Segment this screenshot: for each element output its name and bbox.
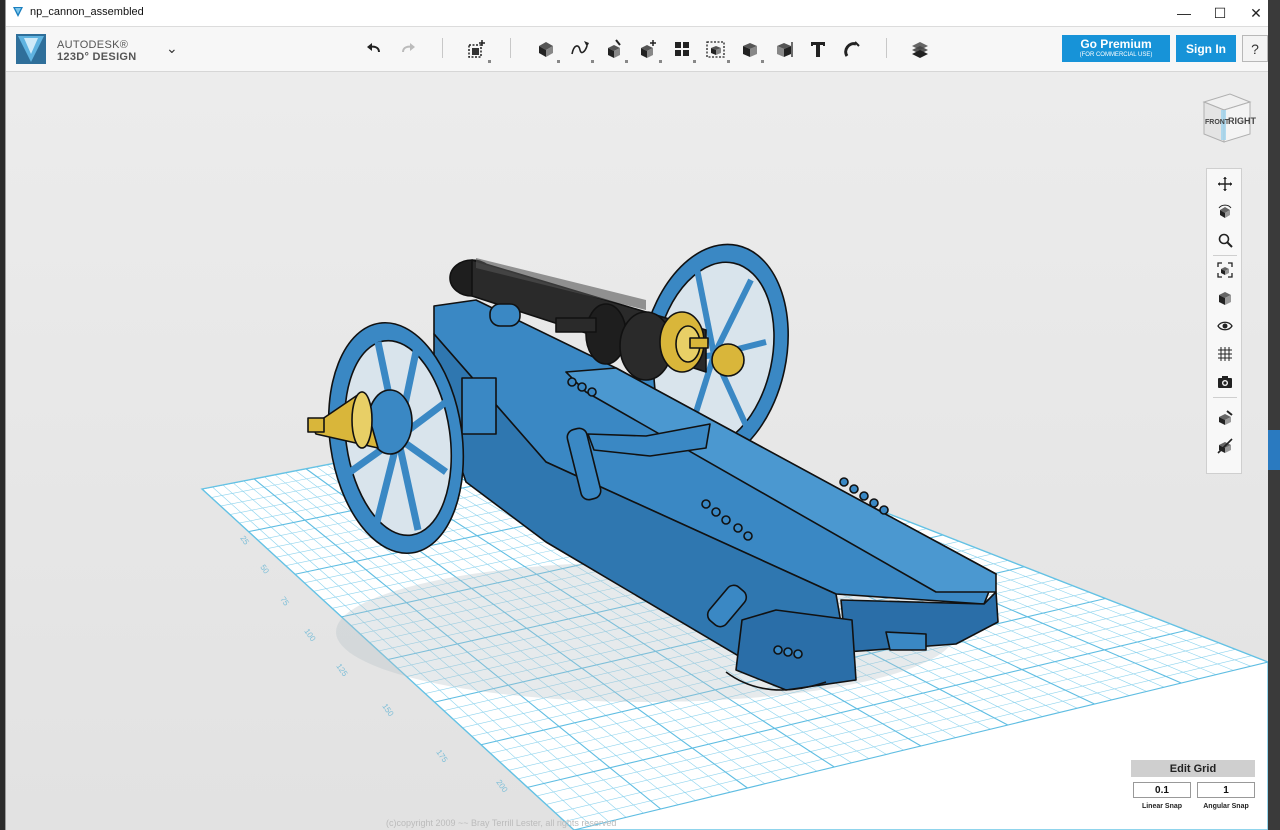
premium-label: Go Premium (1080, 37, 1152, 51)
close-button[interactable]: ✕ (1238, 0, 1268, 26)
angular-snap-field[interactable]: 1 (1197, 782, 1255, 798)
material-icon[interactable] (906, 35, 934, 63)
grouping-icon[interactable] (702, 35, 730, 63)
viewcube-right: RIGHT (1228, 116, 1256, 126)
window-title: np_cannon_assembled (30, 6, 144, 18)
fit-icon[interactable] (1212, 259, 1238, 281)
autodesk-logo-icon (16, 34, 46, 64)
navigation-bar (1206, 168, 1242, 474)
chevron-down-icon[interactable]: ⌄ (166, 40, 178, 57)
combine-icon[interactable] (736, 35, 764, 63)
view-cube[interactable]: FRONT RIGHT (1194, 88, 1256, 150)
go-premium-button[interactable]: Go Premium (FOR COMMERCIAL USE) (1062, 35, 1170, 62)
grid-label: 200 (494, 778, 509, 795)
undo-icon[interactable] (360, 35, 388, 63)
main-toolbar: AUTODESK® 123D° DESIGN ⌄ Go Premium (FOR… (6, 27, 1268, 72)
primitives-icon[interactable] (532, 35, 560, 63)
edit-grid-button[interactable]: Edit Grid (1131, 760, 1255, 777)
help-button[interactable]: ? (1242, 35, 1268, 62)
scene-canvas[interactable]: 25 50 75 100 125 150 175 200 (6, 72, 1268, 830)
angular-snap-label: Angular Snap (1203, 803, 1249, 810)
grid-label: 150 (380, 702, 395, 719)
orbit-icon[interactable] (1212, 201, 1238, 223)
grid-label: 125 (334, 662, 349, 679)
app-menu[interactable]: AUTODESK® 123D° DESIGN ⌄ (14, 32, 184, 66)
grid-label: 175 (434, 748, 449, 765)
material-visibility-icon[interactable] (1212, 407, 1238, 429)
text-icon[interactable] (804, 35, 832, 63)
brand-line1: AUTODESK® (57, 39, 129, 51)
grid-label: 75 (278, 595, 291, 608)
sketch-icon[interactable] (566, 35, 594, 63)
modify-icon[interactable] (634, 35, 662, 63)
sign-in-button[interactable]: Sign In (1176, 35, 1236, 62)
pattern-icon[interactable] (668, 35, 696, 63)
hide-icon[interactable] (1212, 435, 1238, 457)
zoom-icon[interactable] (1212, 229, 1238, 251)
app-logo-icon (13, 7, 23, 17)
grid-label: 50 (258, 563, 271, 576)
snap-icon[interactable] (838, 35, 866, 63)
transform-icon[interactable] (463, 35, 491, 63)
3d-viewport[interactable]: 25 50 75 100 125 150 175 200 FRONT RIGHT… (6, 72, 1268, 830)
linear-snap-label: Linear Snap (1141, 803, 1183, 810)
linear-snap-field[interactable]: 0.1 (1133, 782, 1191, 798)
minimize-button[interactable]: — (1166, 0, 1202, 26)
construct-icon[interactable] (600, 35, 628, 63)
pan-icon[interactable] (1212, 173, 1238, 195)
visibility-icon[interactable] (1212, 315, 1238, 337)
views-icon[interactable] (1212, 287, 1238, 309)
grid-label: 100 (302, 627, 317, 644)
maximize-button[interactable]: ☐ (1202, 0, 1238, 26)
redo-icon[interactable] (394, 35, 422, 63)
background-desktop-edge (1268, 0, 1280, 830)
brand-line2: 123D° DESIGN (57, 51, 137, 63)
camera-icon[interactable] (1212, 371, 1238, 393)
measure-icon[interactable] (770, 35, 798, 63)
premium-sublabel: (FOR COMMERCIAL USE) (1079, 52, 1153, 58)
copyright-text: (c)copyright 2009 ~~ Bray Terrill Lester… (386, 818, 617, 828)
snap-panel: Edit Grid 0.1 1 Linear Snap Angular Snap (1131, 760, 1255, 820)
viewcube-front: FRONT (1205, 119, 1230, 126)
app-window: np_cannon_assembled — ☐ ✕ AUTODESK® 123D… (6, 0, 1268, 830)
grid-icon[interactable] (1212, 343, 1238, 365)
title-bar: np_cannon_assembled — ☐ ✕ (6, 0, 1268, 27)
grid-label: 25 (238, 534, 251, 547)
